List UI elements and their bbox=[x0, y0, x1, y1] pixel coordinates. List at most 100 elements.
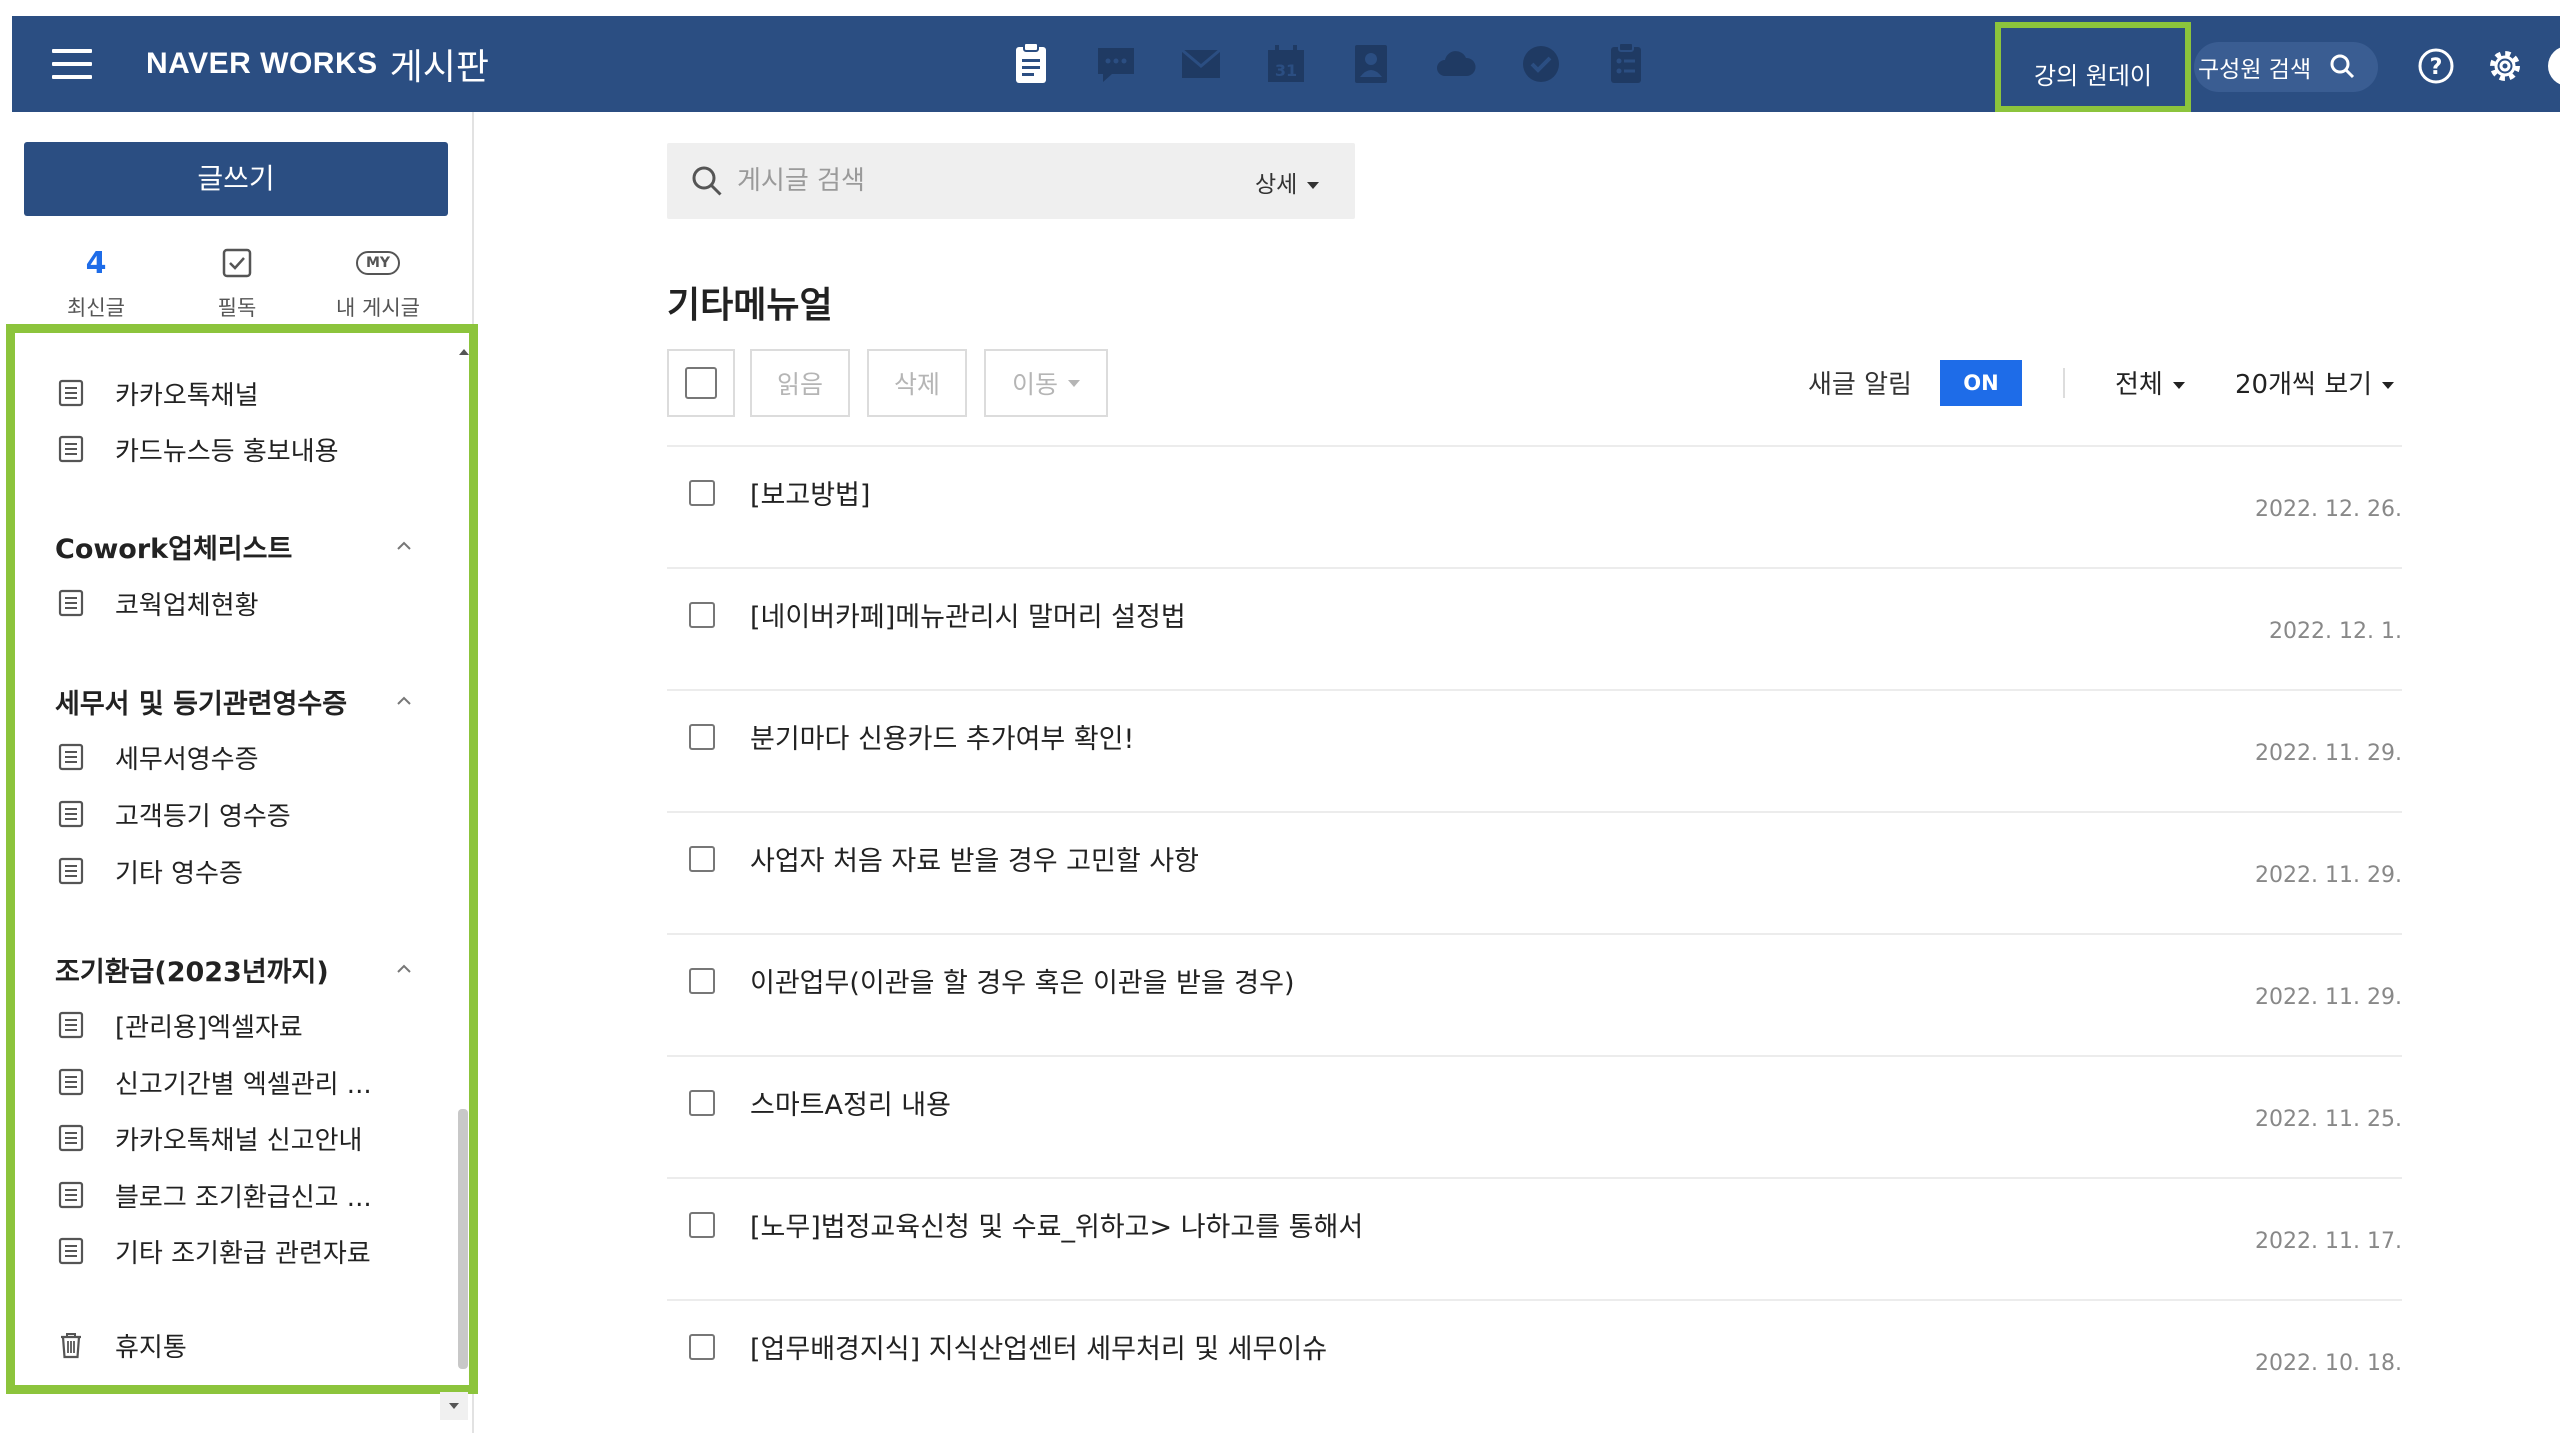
tree-item-label: 코웍업체현황 bbox=[115, 590, 259, 621]
post-row[interactable]: [노무]법정교육신청 및 수료_위하고> 나하고를 통해서 2022. 11. … bbox=[667, 1177, 2402, 1300]
tree-group-cowork[interactable]: Cowork업체리스트 bbox=[55, 526, 415, 566]
post-checkbox[interactable] bbox=[689, 602, 715, 628]
post-date: 2022. 11. 29. bbox=[2255, 863, 2402, 888]
post-checkbox[interactable] bbox=[689, 1090, 715, 1116]
tree-item-label: [관리용]엑셀자료 bbox=[115, 1012, 303, 1043]
detail-search-toggle[interactable]: 상세 bbox=[1255, 165, 1320, 199]
quick-link-label: 최신글 bbox=[67, 296, 125, 320]
tree-item-kakao-report-guide[interactable]: 카카오톡채널 신고안내 bbox=[55, 1118, 362, 1158]
move-button[interactable]: 이동 bbox=[984, 349, 1108, 417]
post-title[interactable]: 이관업무(이관을 할 경우 혹은 이관을 받을 경우) bbox=[750, 961, 1295, 1000]
post-checkbox[interactable] bbox=[689, 846, 715, 872]
document-list-icon bbox=[58, 379, 84, 407]
drive-icon[interactable] bbox=[1427, 38, 1485, 90]
scroll-up-arrow-icon[interactable] bbox=[459, 349, 469, 355]
filter-dropdown[interactable]: 전체 bbox=[2115, 364, 2185, 401]
tree-item-kakao-channel[interactable]: 카카오톡채널 bbox=[55, 373, 259, 413]
tree-item-label: 카카오톡채널 신고안내 bbox=[115, 1125, 363, 1156]
post-row[interactable]: 사업자 처음 자료 받을 경우 고민할 사항 2022. 11. 29. bbox=[667, 811, 2402, 934]
calendar-day: 31 bbox=[1275, 61, 1297, 80]
post-title[interactable]: 분기마다 신용카드 추가여부 확인! bbox=[750, 717, 1134, 756]
tree-item-other-refund[interactable]: 기타 조기환급 관련자료 bbox=[55, 1231, 371, 1271]
calendar-icon[interactable]: 31 bbox=[1257, 38, 1315, 90]
quick-link-recent[interactable]: 4 최신글 bbox=[26, 244, 166, 322]
message-icon[interactable] bbox=[1087, 38, 1145, 90]
quick-link-required[interactable]: 필독 bbox=[167, 244, 307, 322]
contacts-icon[interactable] bbox=[1342, 38, 1400, 90]
post-search-box: 상세 bbox=[667, 143, 1355, 219]
tree-group-tax[interactable]: 세무서 및 등기관련영수증 bbox=[55, 681, 415, 721]
post-row[interactable]: [보고방법] 2022. 12. 26. bbox=[667, 445, 2402, 568]
naver-works-logo: NAVER WORKS bbox=[146, 47, 378, 80]
post-row[interactable]: 스마트A정리 내용 2022. 11. 25. bbox=[667, 1055, 2402, 1178]
form-icon[interactable] bbox=[1597, 38, 1655, 90]
page-size-dropdown[interactable]: 20개씩 보기 bbox=[2235, 364, 2395, 401]
caret-down-icon bbox=[2382, 382, 2395, 389]
post-date: 2022. 11. 17. bbox=[2255, 1229, 2402, 1254]
post-checkbox[interactable] bbox=[689, 724, 715, 750]
scroll-thumb[interactable] bbox=[458, 1109, 468, 1369]
post-title[interactable]: [보고방법] bbox=[750, 473, 870, 512]
document-list-icon bbox=[58, 800, 84, 828]
tree-item-label: 세무서영수증 bbox=[115, 744, 259, 775]
document-list-icon bbox=[58, 857, 84, 885]
lecture-oneday-highlight[interactable]: 강의 원데이 bbox=[1995, 22, 2191, 112]
board-icon[interactable] bbox=[1002, 38, 1060, 90]
chevron-up-icon bbox=[397, 964, 411, 973]
post-title[interactable]: [네이버카페]메뉴관리시 말머리 설정법 bbox=[750, 595, 1186, 634]
member-search-button[interactable]: 구성원 검색 bbox=[2194, 42, 2378, 92]
tree-group-early-refund[interactable]: 조기환급(2023년까지) bbox=[55, 949, 415, 989]
brand[interactable]: NAVER WORKS 게시판 bbox=[146, 40, 489, 88]
document-list-icon bbox=[58, 589, 84, 617]
post-date: 2022. 10. 18. bbox=[2255, 1351, 2402, 1376]
post-row[interactable]: [네이버카페]메뉴관리시 말머리 설정법 2022. 12. 1. bbox=[667, 567, 2402, 690]
select-all-checkbox[interactable] bbox=[667, 349, 735, 417]
tree-item-trash[interactable]: 휴지통 bbox=[55, 1325, 187, 1365]
post-checkbox[interactable] bbox=[689, 480, 715, 506]
help-icon[interactable]: ? bbox=[2416, 46, 2456, 86]
post-title[interactable]: 사업자 처음 자료 받을 경우 고민할 사항 bbox=[750, 839, 1199, 878]
quick-link-my-posts[interactable]: MY 내 게시글 bbox=[308, 244, 448, 322]
post-search-input[interactable] bbox=[737, 157, 1217, 205]
post-row[interactable]: 분기마다 신용카드 추가여부 확인! 2022. 11. 29. bbox=[667, 689, 2402, 812]
post-row[interactable]: 이관업무(이관을 할 경우 혹은 이관을 받을 경우) 2022. 11. 29… bbox=[667, 933, 2402, 1056]
tree-item-cowork-status[interactable]: 코웍업체현황 bbox=[55, 583, 259, 623]
service-name: 게시판 bbox=[389, 47, 489, 88]
mark-read-button[interactable]: 읽음 bbox=[750, 349, 850, 417]
page-size-label: 20개씩 보기 bbox=[2235, 370, 2373, 400]
tree-item-card-news[interactable]: 카드뉴스등 홍보내용 bbox=[55, 429, 339, 469]
post-title[interactable]: [업무배경지식] 지식산업센터 세무처리 및 세무이슈 bbox=[750, 1327, 1327, 1366]
post-title[interactable]: 스마트A정리 내용 bbox=[750, 1083, 951, 1122]
delete-button[interactable]: 삭제 bbox=[867, 349, 967, 417]
tree-item-label: 블로그 조기환급신고 ... bbox=[115, 1182, 372, 1213]
tree-item-other-receipt[interactable]: 기타 영수증 bbox=[55, 851, 243, 891]
recent-count: 4 bbox=[85, 245, 107, 281]
new-post-notify-toggle[interactable]: ON bbox=[1940, 360, 2022, 406]
post-checkbox[interactable] bbox=[689, 968, 715, 994]
scroll-down-arrow-icon[interactable] bbox=[440, 1392, 468, 1420]
mail-icon[interactable] bbox=[1172, 38, 1230, 90]
post-row[interactable]: [업무배경지식] 지식산업센터 세무처리 및 세무이슈 2022. 10. 18… bbox=[667, 1299, 2402, 1422]
post-date: 2022. 12. 26. bbox=[2255, 497, 2402, 522]
tree-item-period-excel[interactable]: 신고기간별 엑셀관리 ... bbox=[55, 1062, 372, 1102]
tree-item-tax-office-receipt[interactable]: 세무서영수증 bbox=[55, 737, 259, 777]
trash-icon bbox=[61, 1333, 81, 1359]
lecture-oneday-label: 강의 원데이 bbox=[2033, 62, 2153, 90]
hamburger-menu-icon[interactable] bbox=[52, 49, 92, 79]
toolbar-divider bbox=[2063, 368, 2065, 398]
tree-item-blog-refund[interactable]: 블로그 조기환급신고 ... bbox=[55, 1175, 372, 1215]
sidebar-scrollbar[interactable] bbox=[455, 349, 469, 1383]
settings-gear-icon[interactable] bbox=[2485, 46, 2525, 86]
tree-item-admin-excel[interactable]: [관리용]엑셀자료 bbox=[55, 1005, 303, 1045]
task-icon[interactable] bbox=[1512, 38, 1570, 90]
svg-text:?: ? bbox=[2430, 55, 2443, 80]
tree-item-customer-registry-receipt[interactable]: 고객등기 영수증 bbox=[55, 794, 291, 834]
post-checkbox[interactable] bbox=[689, 1212, 715, 1238]
write-button[interactable]: 글쓰기 bbox=[24, 142, 448, 216]
document-list-icon bbox=[58, 743, 84, 771]
post-title[interactable]: [노무]법정교육신청 및 수료_위하고> 나하고를 통해서 bbox=[750, 1205, 1363, 1244]
document-list-icon bbox=[58, 1068, 84, 1096]
tree-group-label: 조기환급(2023년까지) bbox=[55, 956, 329, 988]
post-checkbox[interactable] bbox=[689, 1334, 715, 1360]
caret-down-icon bbox=[1068, 379, 1080, 387]
